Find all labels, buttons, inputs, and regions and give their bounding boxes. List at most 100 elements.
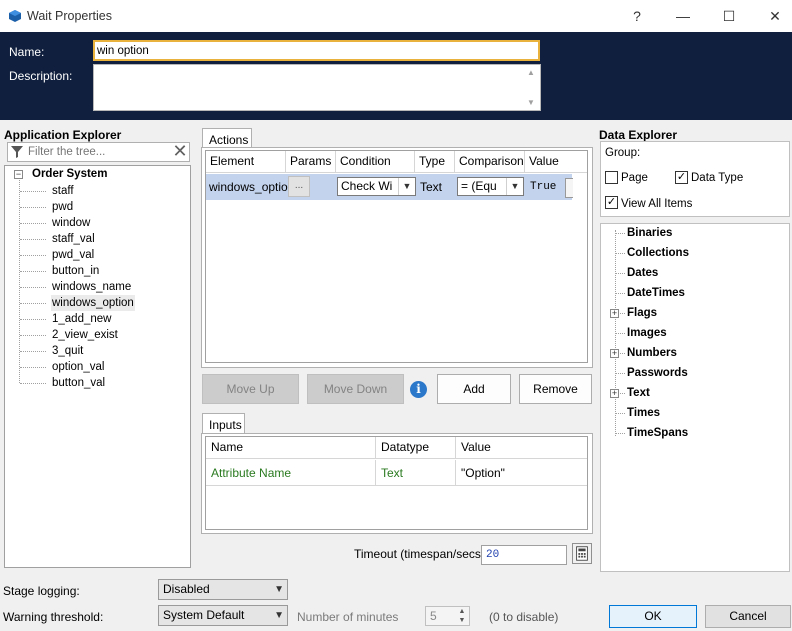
column-header-value[interactable]: Value: [525, 151, 587, 173]
data-type-checkbox[interactable]: ✓: [675, 171, 688, 184]
help-button[interactable]: ?: [614, 0, 660, 32]
stepper-arrows-icon[interactable]: ▲ ▼: [455, 607, 469, 625]
column-header-condition[interactable]: Condition: [336, 151, 415, 173]
data-type-item[interactable]: Dates: [627, 265, 658, 281]
data-type-item[interactable]: TimeSpans: [627, 425, 688, 441]
minimize-button[interactable]: —: [660, 0, 706, 32]
expand-icon[interactable]: +: [610, 349, 619, 358]
tree-item[interactable]: 1_add_new: [51, 311, 112, 327]
cell-value[interactable]: True: [530, 181, 556, 193]
tree-connector: [616, 253, 625, 254]
data-type-item[interactable]: Collections: [627, 245, 689, 261]
tree-connector: [616, 233, 625, 234]
tree-connector: [20, 335, 46, 336]
column-header-input-value[interactable]: Value: [456, 437, 587, 459]
chevron-down-icon[interactable]: ▼: [274, 580, 284, 599]
app-icon: [9, 10, 21, 22]
tab-actions[interactable]: Actions: [202, 128, 252, 148]
warning-threshold-dropdown[interactable]: System Default ▼: [158, 605, 288, 626]
condition-dropdown[interactable]: Check Wi ▼: [337, 177, 416, 196]
number-of-minutes-label: Number of minutes: [297, 610, 399, 624]
page-checkbox[interactable]: [605, 171, 618, 184]
input-name-cell: Attribute Name: [206, 460, 376, 486]
cancel-button[interactable]: Cancel: [705, 605, 791, 628]
timeout-label: Timeout (timespan/secs):: [354, 547, 489, 561]
filter-input[interactable]: [28, 144, 168, 160]
column-header-name[interactable]: Name: [206, 437, 376, 459]
scroll-up-icon[interactable]: ▲: [527, 68, 535, 77]
expand-icon[interactable]: +: [610, 389, 619, 398]
chevron-down-icon[interactable]: ▼: [398, 178, 415, 195]
data-type-item[interactable]: Times: [627, 405, 660, 421]
collapse-icon[interactable]: −: [14, 170, 23, 179]
data-type-item[interactable]: DateTimes: [627, 285, 685, 301]
tree-item[interactable]: 2_view_exist: [51, 327, 119, 343]
disable-hint: (0 to disable): [489, 610, 559, 624]
maximize-button[interactable]: ☐: [706, 0, 752, 32]
data-type-checkbox-label: Data Type: [691, 172, 744, 184]
close-button[interactable]: ✕: [752, 0, 792, 32]
tree-connector: [616, 413, 625, 414]
scroll-down-icon[interactable]: ▼: [527, 98, 535, 107]
tree-item[interactable]: staff: [51, 183, 75, 199]
tree-item[interactable]: windows_name: [51, 279, 132, 295]
ok-button[interactable]: OK: [609, 605, 697, 628]
tree-item[interactable]: staff_val: [51, 231, 96, 247]
expression-editor-button[interactable]: [565, 178, 573, 198]
tree-item[interactable]: option_val: [51, 359, 105, 375]
tree-connector: [20, 239, 46, 240]
info-icon[interactable]: i: [410, 381, 427, 398]
tree-item[interactable]: pwd: [51, 199, 74, 215]
params-button[interactable]: ...: [288, 176, 310, 197]
tree-connector: [20, 287, 46, 288]
comparison-dropdown[interactable]: = (Equ ▼: [457, 177, 524, 196]
remove-button[interactable]: Remove: [519, 374, 592, 404]
tree-connector: [616, 273, 625, 274]
column-header-element[interactable]: Element: [206, 151, 286, 173]
data-type-item[interactable]: Numbers: [627, 345, 677, 361]
tree-connector: [20, 351, 46, 352]
data-type-item[interactable]: Flags: [627, 305, 657, 321]
column-header-comparison[interactable]: Comparison: [455, 151, 525, 173]
column-header-type[interactable]: Type: [415, 151, 455, 173]
tree-connector: [20, 223, 46, 224]
column-header-datatype[interactable]: Datatype: [376, 437, 456, 459]
application-explorer-title: Application Explorer: [4, 128, 122, 142]
name-input[interactable]: [93, 40, 540, 61]
tree-root-order-system[interactable]: Order System: [32, 168, 107, 180]
tab-inputs[interactable]: Inputs: [202, 413, 245, 434]
data-type-item[interactable]: Text: [627, 385, 650, 401]
tree-connector: [20, 271, 46, 272]
filter-icon: [11, 146, 23, 158]
tree-item[interactable]: window: [51, 215, 91, 231]
data-type-item[interactable]: Binaries: [627, 225, 672, 241]
calculator-icon[interactable]: [572, 543, 592, 564]
add-button[interactable]: Add: [437, 374, 511, 404]
view-all-items-checkbox[interactable]: ✓: [605, 196, 618, 209]
description-scrollbar[interactable]: ▲ ▼: [523, 65, 540, 110]
move-down-button[interactable]: Move Down: [307, 374, 404, 404]
warning-threshold-label: Warning threshold:: [3, 610, 104, 624]
tree-item[interactable]: 3_quit: [51, 343, 84, 359]
tree-connector: [20, 191, 46, 192]
description-input[interactable]: [93, 64, 541, 111]
cell-element[interactable]: windows_option: [209, 180, 294, 194]
chevron-down-icon[interactable]: ▼: [274, 606, 284, 625]
tree-item[interactable]: button_in: [51, 263, 100, 279]
move-up-button[interactable]: Move Up: [202, 374, 299, 404]
clear-filter-icon[interactable]: ✕: [171, 142, 189, 162]
expand-icon[interactable]: +: [610, 309, 619, 318]
tree-connector: [20, 383, 46, 384]
tree-connector: [20, 319, 46, 320]
input-value-cell[interactable]: "Option": [456, 460, 587, 486]
chevron-down-icon[interactable]: ▼: [506, 178, 523, 195]
tree-item[interactable]: windows_option: [51, 295, 135, 311]
column-header-params[interactable]: Params: [286, 151, 336, 173]
tree-connector: [20, 367, 46, 368]
data-type-item[interactable]: Images: [627, 325, 667, 341]
timeout-input[interactable]: 20: [481, 545, 567, 565]
data-type-item[interactable]: Passwords: [627, 365, 688, 381]
stage-logging-dropdown[interactable]: Disabled ▼: [158, 579, 288, 600]
tree-item[interactable]: pwd_val: [51, 247, 95, 263]
tree-item[interactable]: button_val: [51, 375, 106, 391]
